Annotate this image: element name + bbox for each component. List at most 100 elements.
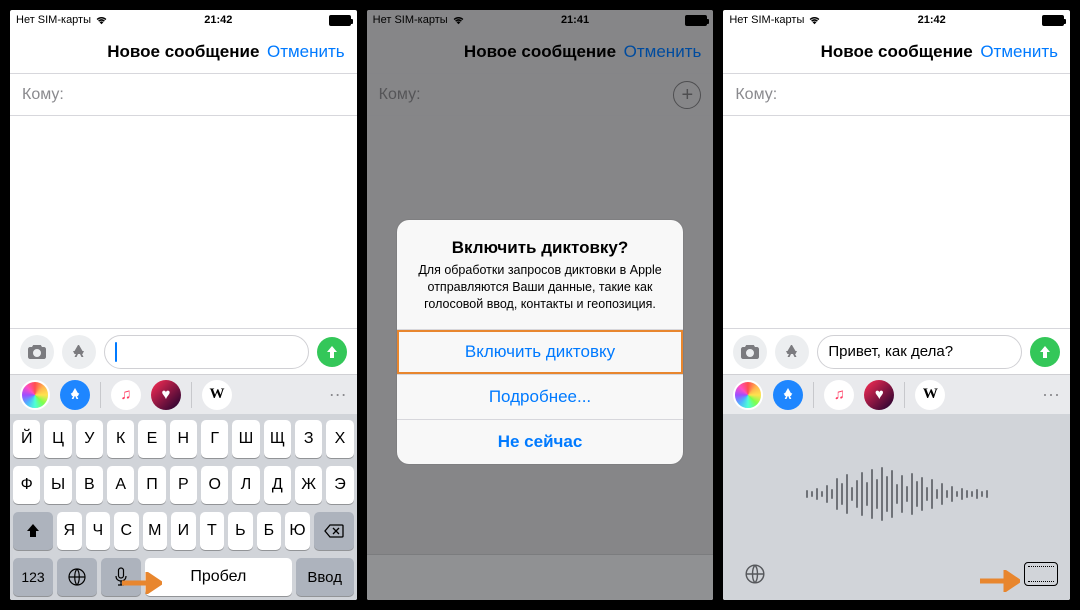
key[interactable]: Ф xyxy=(13,466,40,504)
nav-bar: Новое сообщение Отменить xyxy=(10,30,357,74)
key[interactable]: Ы xyxy=(44,466,71,504)
message-input[interactable]: Привет, как дела? xyxy=(817,335,1022,369)
key[interactable]: П xyxy=(138,466,165,504)
appstore-button[interactable] xyxy=(62,335,96,369)
key[interactable]: Р xyxy=(170,466,197,504)
key[interactable]: А xyxy=(107,466,134,504)
key[interactable]: Э xyxy=(326,466,353,504)
compose-strip xyxy=(10,328,357,374)
dictation-alert: Включить диктовку? Для обработки запросо… xyxy=(397,220,684,464)
message-input[interactable] xyxy=(104,335,309,369)
keyboard-row-2: Ф Ы В А П Р О Л Д Ж Э xyxy=(13,466,354,504)
globe-key[interactable] xyxy=(735,563,775,585)
key[interactable]: Ч xyxy=(86,512,111,550)
music-app-icon[interactable]: ♫ xyxy=(111,380,141,410)
recipient-row[interactable]: Кому: xyxy=(723,74,1070,116)
more-apps-button[interactable]: ··· xyxy=(1042,384,1060,405)
nav-bar: Новое сообщение Отменить xyxy=(723,30,1070,74)
divider xyxy=(191,382,192,408)
compose-strip: Привет, как дела? xyxy=(723,328,1070,374)
wifi-icon xyxy=(808,16,821,25)
key[interactable]: Г xyxy=(201,420,228,458)
send-button[interactable] xyxy=(317,337,347,367)
cancel-button[interactable]: Отменить xyxy=(980,42,1058,62)
key[interactable]: И xyxy=(171,512,196,550)
callout-arrow-icon xyxy=(980,570,1020,592)
screenshot-3: Нет SIM-карты 21:42 Новое сообщение Отме… xyxy=(723,10,1070,600)
text-cursor xyxy=(115,342,117,362)
more-apps-button[interactable]: ··· xyxy=(329,384,347,405)
key[interactable]: Й xyxy=(13,420,40,458)
key[interactable]: В xyxy=(76,466,103,504)
key[interactable]: У xyxy=(76,420,103,458)
dictation-waveform xyxy=(735,434,1058,554)
alert-later-button[interactable]: Не сейчас xyxy=(397,419,684,464)
globe-key[interactable] xyxy=(57,558,97,596)
key[interactable]: Ц xyxy=(44,420,71,458)
enter-key[interactable]: Ввод xyxy=(296,558,354,596)
callout-arrow-icon xyxy=(122,572,162,594)
divider xyxy=(100,382,101,408)
battery-icon xyxy=(1042,15,1064,26)
send-button[interactable] xyxy=(1030,337,1060,367)
key[interactable]: Ж xyxy=(295,466,322,504)
photos-app-icon[interactable] xyxy=(20,380,50,410)
key[interactable]: Ь xyxy=(228,512,253,550)
shift-key[interactable] xyxy=(13,512,53,550)
carrier-text: Нет SIM-карты xyxy=(16,14,91,26)
screenshot-1: Нет SIM-карты 21:42 Новое сообщение Отме… xyxy=(10,10,357,600)
keyboard-row-4: 123 Пробел Ввод xyxy=(13,558,354,596)
keyboard: Й Ц У К Е Н Г Ш Щ З Х Ф Ы В А П Р О Л xyxy=(10,414,357,600)
photos-app-icon[interactable] xyxy=(733,380,763,410)
appstore-app-icon[interactable] xyxy=(773,380,803,410)
wikipedia-app-icon[interactable]: W xyxy=(202,380,232,410)
apps-row: ♫ ♥ W ··· xyxy=(723,374,1070,414)
key[interactable]: Л xyxy=(232,466,259,504)
backspace-key[interactable] xyxy=(314,512,354,550)
camera-button[interactable] xyxy=(733,335,767,369)
stickers-app-icon[interactable]: ♥ xyxy=(864,380,894,410)
divider xyxy=(904,382,905,408)
key[interactable]: Н xyxy=(170,420,197,458)
key[interactable]: Е xyxy=(138,420,165,458)
battery-icon xyxy=(329,15,351,26)
status-bar: Нет SIM-карты 21:42 xyxy=(723,10,1070,30)
alert-more-button[interactable]: Подробнее... xyxy=(397,374,684,419)
to-label: Кому: xyxy=(22,86,64,104)
message-input-text: Привет, как дела? xyxy=(828,343,953,360)
music-app-icon[interactable]: ♫ xyxy=(824,380,854,410)
key[interactable]: Х xyxy=(326,420,353,458)
stickers-app-icon[interactable]: ♥ xyxy=(151,380,181,410)
key[interactable]: О xyxy=(201,466,228,504)
alert-enable-button[interactable]: Включить диктовку xyxy=(397,329,684,374)
key[interactable]: К xyxy=(107,420,134,458)
key[interactable]: Я xyxy=(57,512,82,550)
key[interactable]: Т xyxy=(200,512,225,550)
appstore-button[interactable] xyxy=(775,335,809,369)
switch-to-keyboard-button[interactable] xyxy=(1024,562,1058,586)
apps-row: ♫ ♥ W ··· xyxy=(10,374,357,414)
space-key[interactable]: Пробел xyxy=(145,558,292,596)
camera-button[interactable] xyxy=(20,335,54,369)
key[interactable]: Б xyxy=(257,512,282,550)
appstore-app-icon[interactable] xyxy=(60,380,90,410)
keyboard-row-1: Й Ц У К Е Н Г Ш Щ З Х xyxy=(13,420,354,458)
keyboard-row-3: Я Ч С М И Т Ь Б Ю xyxy=(13,512,354,550)
key[interactable]: Ш xyxy=(232,420,259,458)
key[interactable]: Щ xyxy=(264,420,291,458)
carrier-text: Нет SIM-карты xyxy=(729,14,804,26)
wifi-icon xyxy=(95,16,108,25)
key[interactable]: Д xyxy=(264,466,291,504)
key[interactable]: З xyxy=(295,420,322,458)
cancel-button[interactable]: Отменить xyxy=(267,42,345,62)
key[interactable]: С xyxy=(114,512,139,550)
recipient-row[interactable]: Кому: xyxy=(10,74,357,116)
alert-message: Для обработки запросов диктовки в Apple … xyxy=(397,262,684,329)
clock: 21:42 xyxy=(204,14,232,26)
message-body-area[interactable] xyxy=(723,116,1070,328)
key[interactable]: Ю xyxy=(285,512,310,550)
message-body-area[interactable] xyxy=(10,116,357,328)
key[interactable]: М xyxy=(143,512,168,550)
numbers-key[interactable]: 123 xyxy=(13,558,53,596)
wikipedia-app-icon[interactable]: W xyxy=(915,380,945,410)
